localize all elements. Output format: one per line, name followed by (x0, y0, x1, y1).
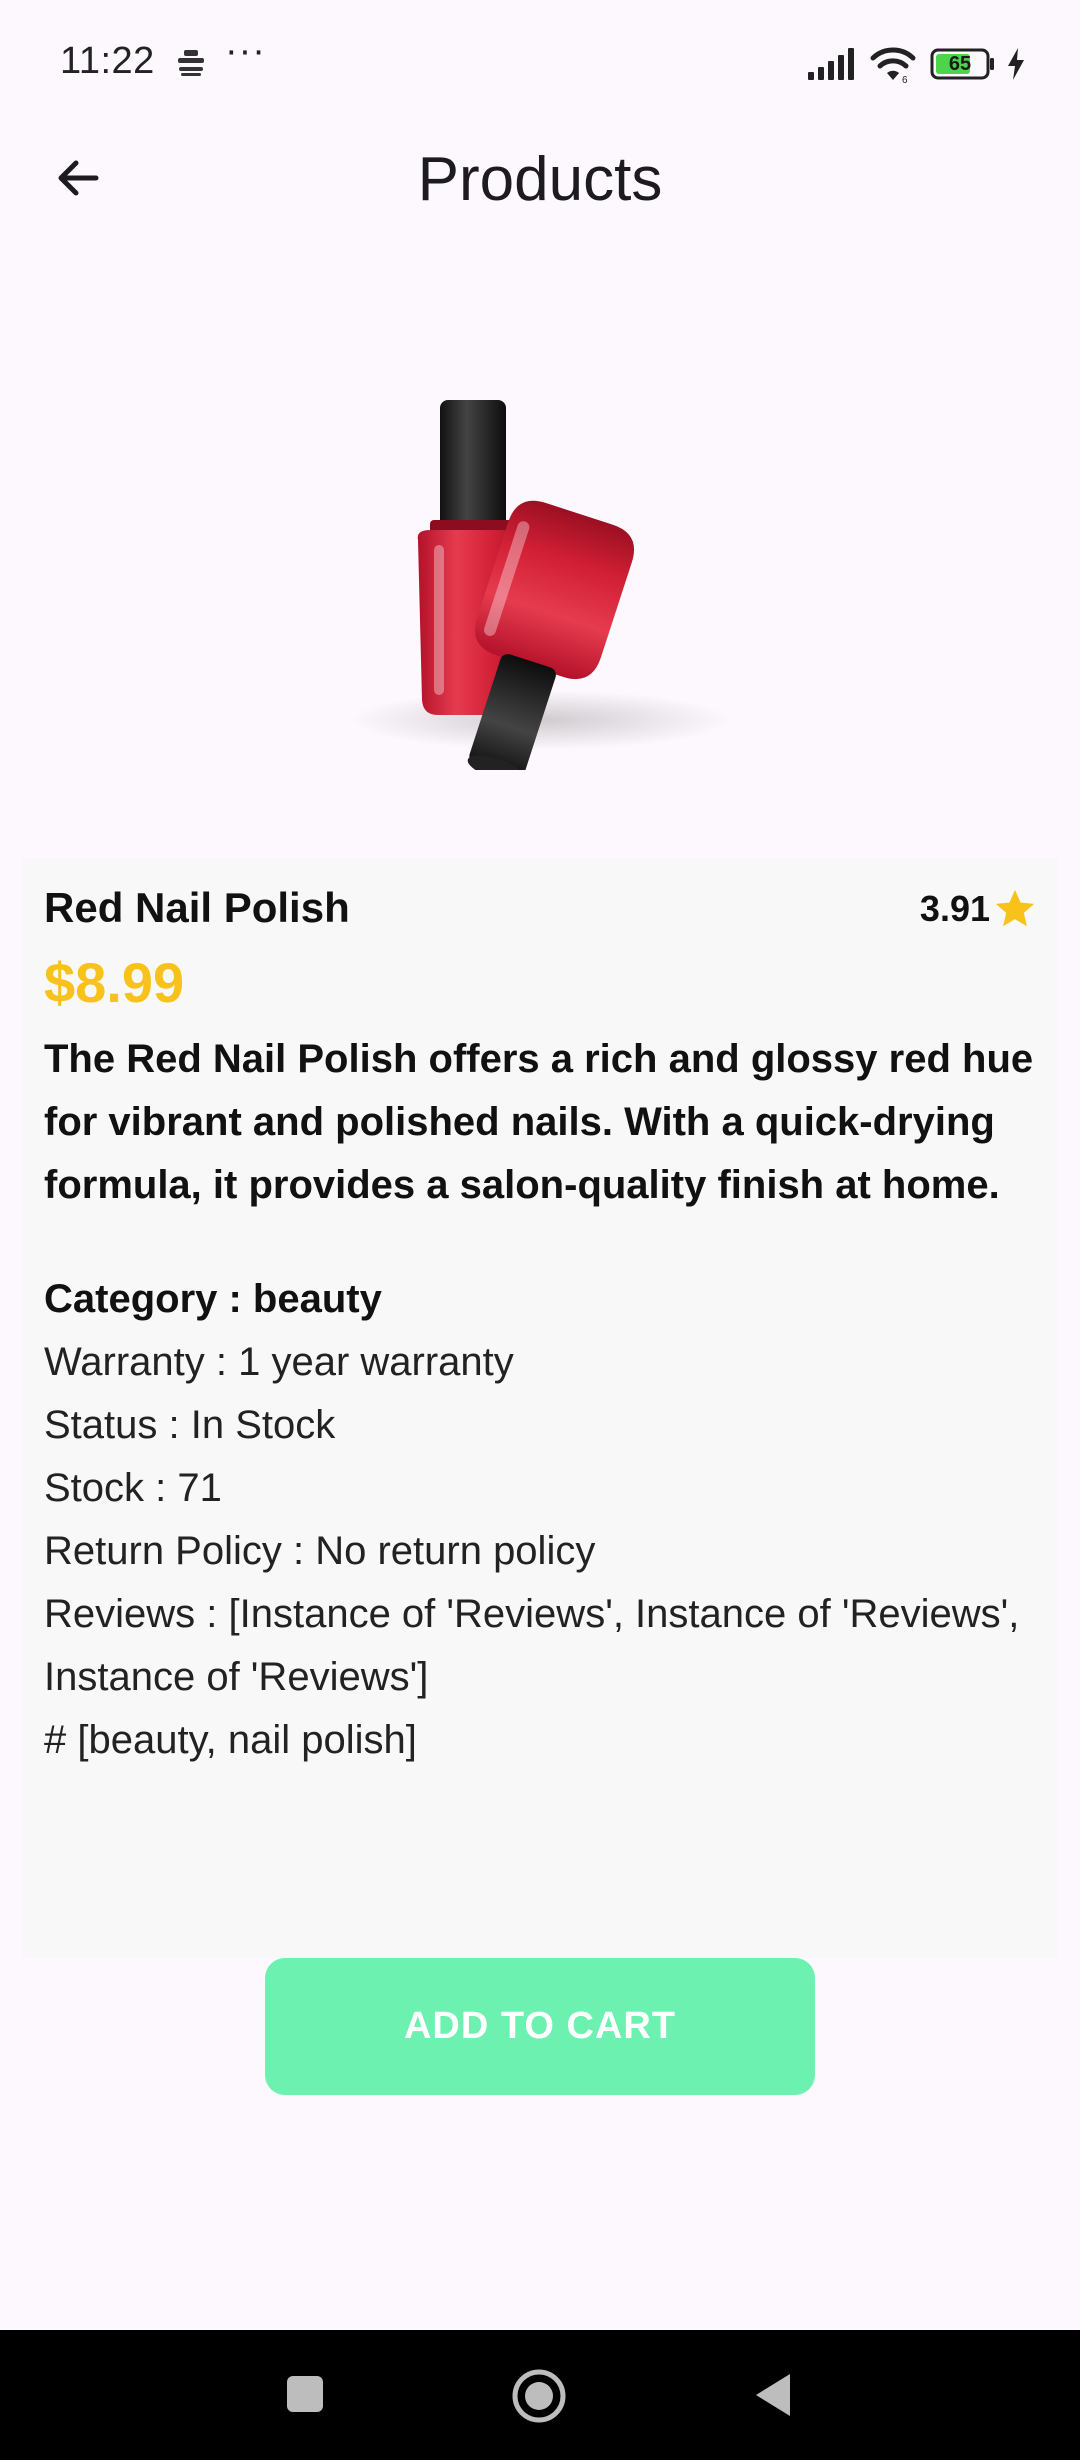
add-to-cart-button[interactable]: ADD TO CART (265, 1958, 815, 2095)
product-rating: 3.91 (920, 886, 1038, 932)
battery-level: 65 (948, 53, 972, 75)
product-detail-screen: 11:22 ··· 6 65 Products Red Nail Polish … (0, 0, 1080, 2460)
product-status: Status : In Stock (44, 1403, 336, 1447)
notification-icon (178, 50, 204, 76)
charging-icon (1008, 48, 1024, 80)
product-stock: Stock : 71 (44, 1466, 222, 1510)
wifi-icon: 6 (870, 47, 916, 84)
app-bar: Products (0, 130, 1080, 230)
back-icon[interactable] (754, 2372, 794, 2418)
recent-apps-icon[interactable] (285, 2374, 325, 2414)
product-price: $8.99 (44, 951, 185, 1014)
rating-value: 3.91 (919, 888, 990, 929)
product-reviews: Reviews : [Instance of 'Reviews', Instan… (44, 1592, 1020, 1699)
svg-text:6: 6 (902, 75, 908, 84)
product-warranty: Warranty : 1 year warranty (44, 1340, 514, 1384)
home-icon[interactable] (511, 2368, 567, 2424)
star-icon (995, 889, 1035, 927)
product-description: The Red Nail Polish offers a rich and gl… (44, 1037, 1034, 1207)
signal-icon (808, 48, 854, 80)
product-name: Red Nail Polish (44, 884, 350, 931)
system-nav-bar (0, 2330, 1080, 2460)
status-time: 11:22 (60, 40, 155, 82)
page-title: Products (417, 145, 663, 214)
product-return-policy: Return Policy : No return policy (44, 1529, 596, 1573)
product-detail-card: Red Nail Polish 3.91 $8.99 The Red Nail … (22, 858, 1058, 1958)
product-category: Category : beauty (44, 1277, 382, 1321)
product-tags: # [beauty, nail polish] (44, 1718, 417, 1762)
status-bar: 11:22 ··· 6 65 (0, 0, 1080, 130)
product-image (350, 400, 730, 770)
more-notifications-icon: ··· (225, 30, 266, 72)
